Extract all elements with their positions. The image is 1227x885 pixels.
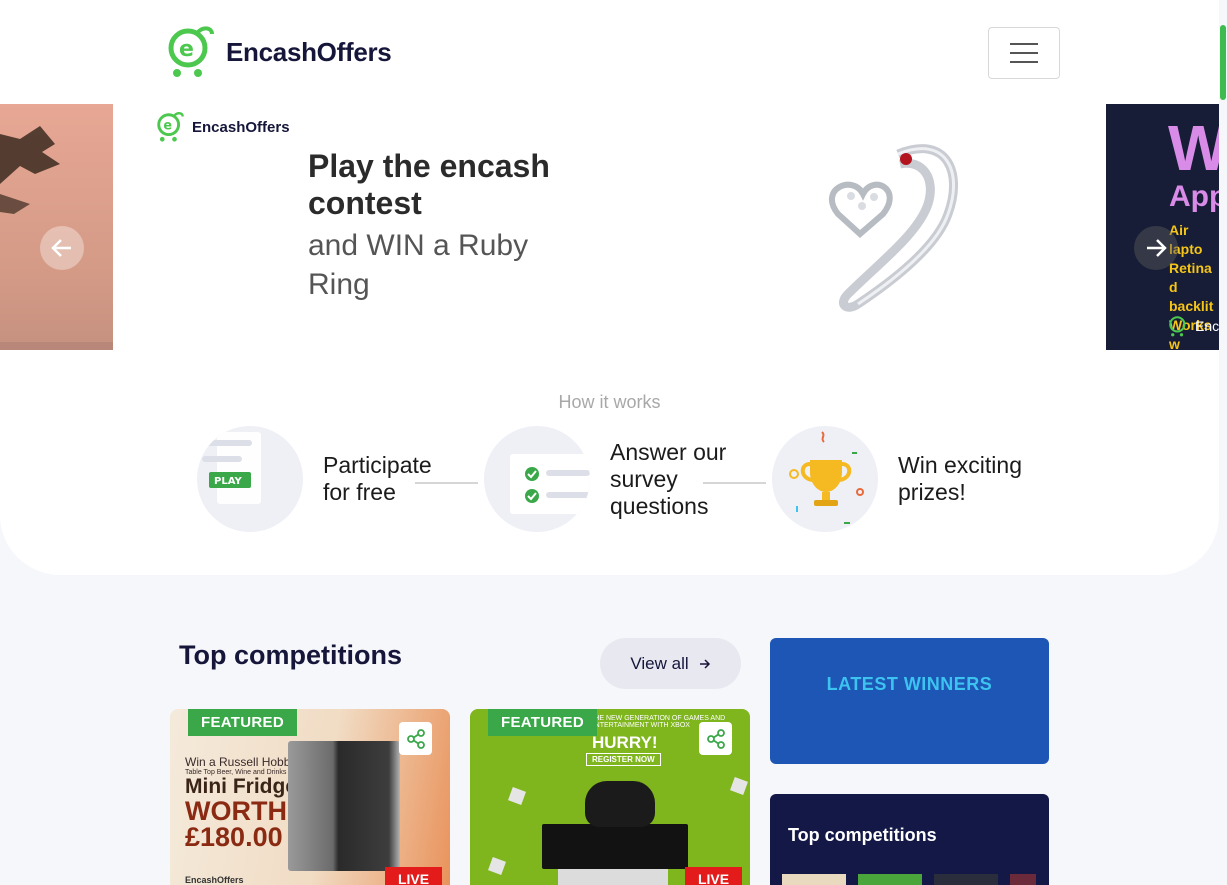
decor-cube	[488, 857, 506, 875]
page-scrollbar[interactable]	[1220, 25, 1226, 100]
step-label: Participate for free	[323, 452, 432, 505]
share-icon	[706, 728, 725, 749]
brand-cart-icon: e	[168, 26, 214, 77]
competition-thumbnails	[782, 874, 1036, 885]
share-icon	[406, 728, 425, 749]
thumbnail[interactable]	[934, 874, 998, 885]
slide-brand-name: EncashOffers	[192, 118, 290, 136]
carousel-next-button[interactable]	[1134, 226, 1178, 270]
latest-winners-panel[interactable]: LATEST WINNERS	[770, 638, 1049, 764]
latest-winners-title: LATEST WINNERS	[826, 674, 993, 694]
featured-badge: FEATURED	[188, 709, 297, 736]
share-button[interactable]	[399, 722, 432, 755]
next-slide-headline: W	[1168, 112, 1219, 184]
next-slide-brand: Enc	[1169, 314, 1219, 338]
carousel-slide-active[interactable]: e EncashOffers Play the encash contest a…	[113, 104, 1106, 350]
thumbnail[interactable]	[1010, 874, 1036, 885]
promo-line: Win a Russell Hobbs	[185, 755, 297, 769]
step-label: Answer our survey questions	[610, 438, 727, 519]
top-competitions-title: Top competitions	[179, 640, 402, 670]
menu-bar	[1010, 43, 1038, 45]
checklist-icon	[484, 426, 590, 532]
share-button[interactable]	[699, 722, 732, 755]
site-header: e EncashOffers	[0, 0, 1219, 105]
live-badge: LIVE	[385, 867, 442, 885]
featured-badge: FEATURED	[488, 709, 597, 736]
next-slide-sub: App	[1169, 180, 1219, 213]
brand-cart-icon: e	[157, 112, 184, 142]
next-slide-brand-text: Enc	[1195, 318, 1219, 334]
slide-brand-logo: e EncashOffers	[157, 111, 290, 143]
arrow-left-icon	[51, 239, 71, 257]
promo-register: REGISTER NOW	[586, 753, 661, 766]
sidebar-top-competitions-title: Top competitions	[788, 825, 937, 845]
xbox-controller-image	[585, 781, 655, 827]
thumbnail[interactable]	[782, 874, 846, 885]
brand-logo[interactable]: e EncashOffers	[168, 26, 392, 78]
step-label: Win exciting prizes!	[898, 452, 1022, 505]
competition-card[interactable]: Win a Russell Hobbs Table Top Beer, Wine…	[170, 709, 450, 885]
promo-hurry: HURRY!	[592, 733, 658, 752]
brand-cart-icon	[1169, 316, 1186, 337]
decor-cube	[730, 777, 748, 795]
arrow-right-icon	[1147, 239, 1167, 257]
arrow-right-icon	[699, 658, 710, 669]
carousel-prev-button[interactable]	[40, 226, 84, 270]
hamburger-menu-button[interactable]	[988, 27, 1060, 79]
step-survey: Answer our survey questions	[484, 426, 750, 532]
brand-name: EncashOffers	[226, 36, 392, 67]
play-badge-text: PLAY	[214, 476, 242, 487]
step-win: Win exciting prizes!	[772, 426, 1048, 532]
view-all-label: View all	[630, 653, 689, 673]
card-brand: EncashOffers	[185, 875, 244, 885]
trophy-icon	[772, 426, 878, 532]
step-participate: PLAY Participate for free	[197, 426, 463, 532]
menu-bar	[1010, 61, 1038, 63]
live-badge: LIVE	[685, 867, 742, 885]
next-slide-line: Retina d	[1169, 260, 1212, 295]
play-card-icon: PLAY	[197, 426, 303, 532]
decor-cube	[508, 787, 526, 805]
hero-panel: e EncashOffers Play the encash contest a…	[0, 104, 1219, 575]
svg-text:e: e	[179, 37, 194, 62]
competition-card[interactable]: THE NEW GENERATION OF GAMES AND ENTERTAI…	[470, 709, 750, 885]
ruby-ring-image	[828, 144, 959, 312]
mini-fridge-image	[288, 741, 400, 871]
hero-title: Play the encash contest	[308, 148, 550, 221]
sidebar-top-competitions: Top competitions	[770, 794, 1049, 885]
promo-line: £180.00	[185, 822, 283, 852]
thumbnail[interactable]	[858, 874, 922, 885]
xbox-console-image	[542, 824, 688, 869]
card-promo-copy: Win a Russell Hobbs Table Top Beer, Wine…	[185, 755, 297, 852]
menu-bar	[1010, 52, 1038, 54]
promo-line: Mini Fridge	[185, 775, 297, 798]
svg-text:e: e	[163, 118, 172, 133]
hero-subtitle: and WIN a Ruby Ring	[308, 229, 529, 301]
promo-line: WORTH	[185, 796, 287, 826]
how-it-works-title: How it works	[558, 392, 661, 412]
view-all-button[interactable]: View all	[600, 638, 741, 689]
